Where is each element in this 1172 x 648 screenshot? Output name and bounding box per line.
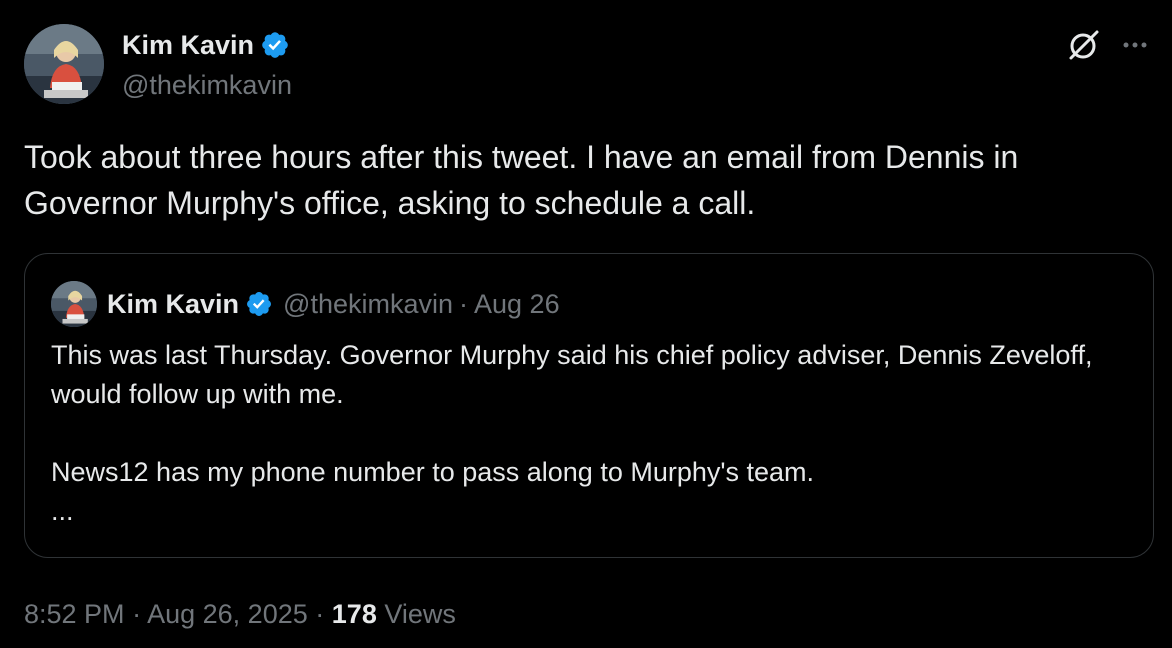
tweet-time[interactable]: 8:52 PM: [24, 599, 125, 629]
quoted-author-name[interactable]: Kim Kavin: [107, 289, 239, 320]
quoted-header: Kim Kavin @thekimkavin · Aug 26: [107, 286, 560, 322]
verified-badge-icon: [262, 32, 288, 58]
separator-dot: ·: [459, 288, 469, 319]
quoted-avatar-photo: [51, 281, 97, 327]
tweet-text: Took about three hours after this tweet.…: [24, 139, 1019, 221]
views-count[interactable]: 178: [332, 599, 377, 629]
grok-icon-graphic: [1069, 30, 1099, 60]
grok-icon[interactable]: [1064, 26, 1102, 64]
separator-dot: ·: [132, 599, 142, 629]
separator-dot: ·: [315, 599, 325, 629]
tweet-date[interactable]: Aug 26, 2025: [147, 599, 308, 629]
author-name-row[interactable]: Kim Kavin: [122, 28, 290, 62]
quoted-tweet[interactable]: Kim Kavin @thekimkavin · Aug 26 This was…: [24, 253, 1154, 558]
avatar-photo: [24, 24, 104, 104]
views-label[interactable]: Views: [384, 599, 456, 629]
quoted-paragraph-1: This was last Thursday. Governor Murphy …: [51, 340, 1093, 409]
more-options-icon[interactable]: [1118, 30, 1152, 60]
quoted-paragraph-2: News12 has my phone number to pass along…: [51, 457, 815, 487]
tweet-meta: 8:52 PM · Aug 26, 2025 · 178 Views: [24, 596, 456, 632]
quoted-author-avatar[interactable]: [51, 281, 97, 327]
quoted-text: This was last Thursday. Governor Murphy …: [51, 336, 1131, 531]
author-avatar[interactable]: [24, 24, 104, 104]
verified-badge-icon: [247, 292, 272, 316]
quoted-date[interactable]: Aug 26: [474, 289, 560, 320]
quoted-truncation: ...: [51, 496, 74, 526]
author-name[interactable]: Kim Kavin: [122, 28, 254, 62]
quoted-author-handle[interactable]: @thekimkavin: [283, 289, 453, 320]
author-handle[interactable]: @thekimkavin: [122, 68, 292, 102]
more-dots: [1123, 42, 1147, 48]
